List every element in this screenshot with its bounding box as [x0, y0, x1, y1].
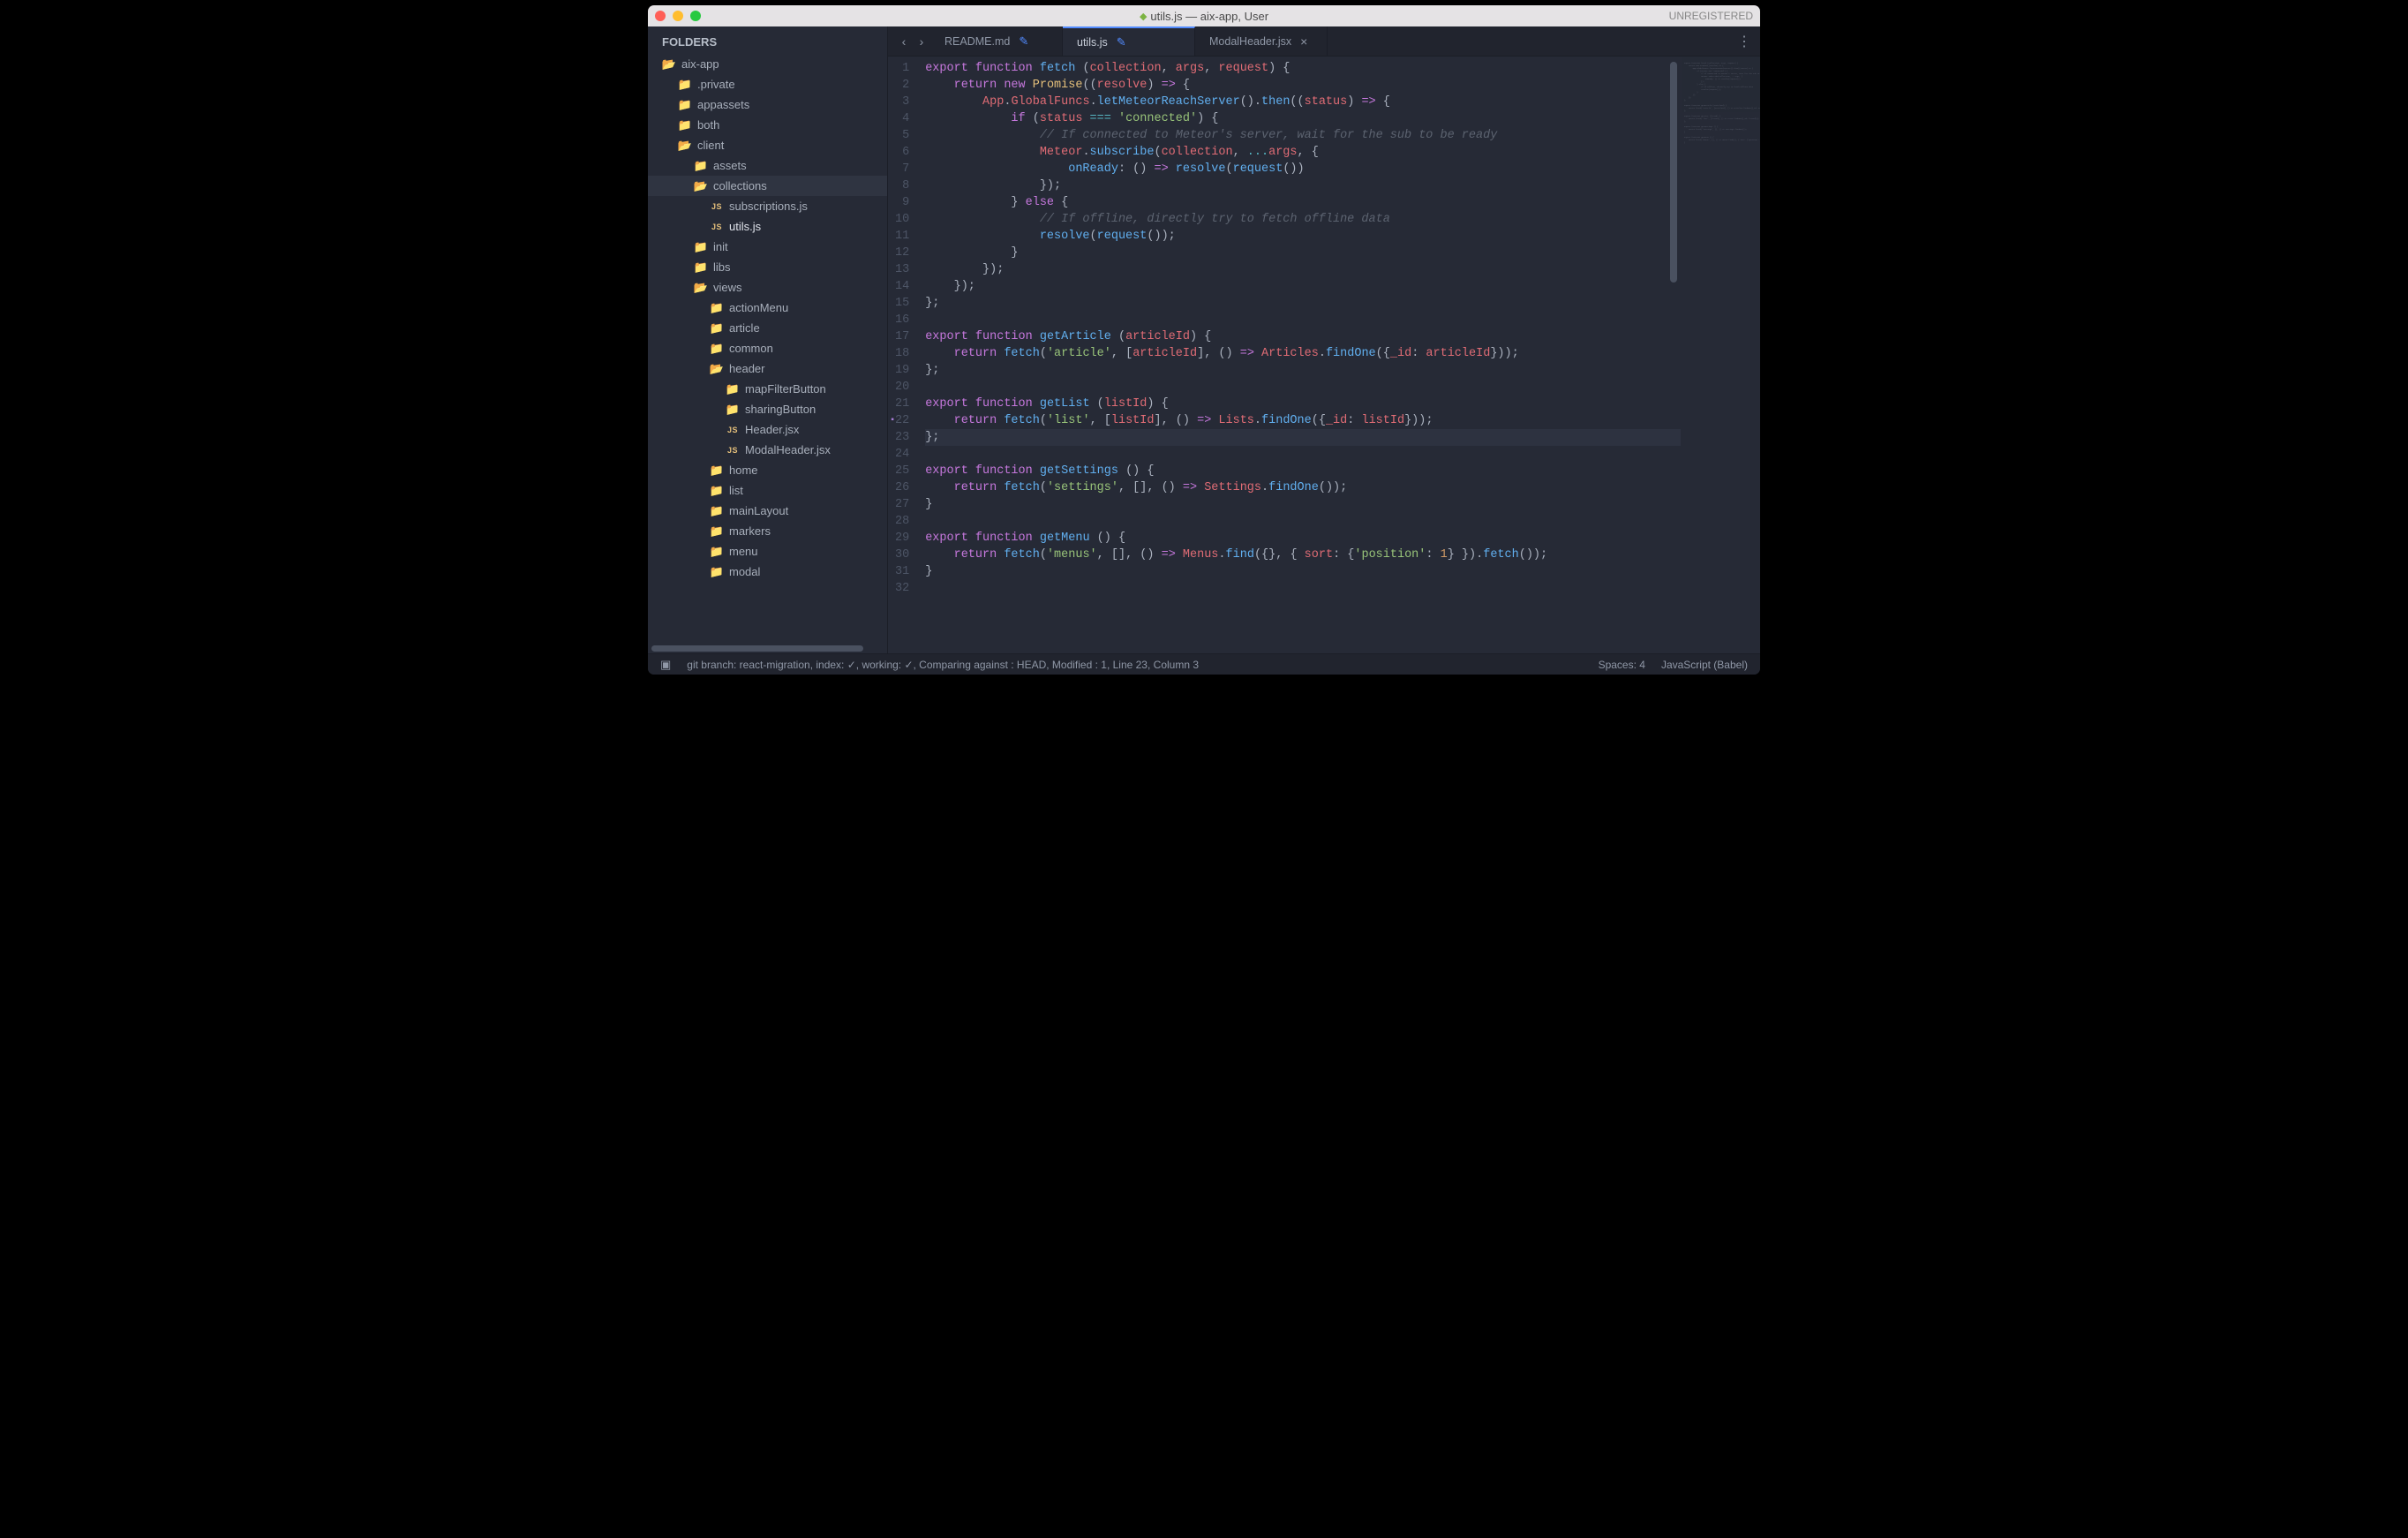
sidebar: FOLDERS 📂aix-app📁.private📁appassets📁both…: [648, 26, 888, 653]
tree-item[interactable]: 📁menu: [648, 541, 887, 562]
tab-label: utils.js: [1077, 36, 1108, 49]
tree-item[interactable]: 📁modal: [648, 562, 887, 582]
tree-item[interactable]: 📁libs: [648, 257, 887, 277]
tree-item-label: menu: [729, 545, 758, 558]
registration-status: UNREGISTERED: [1669, 10, 1753, 22]
tree-item-label: home: [729, 464, 758, 477]
tree-item-label: .private: [697, 78, 735, 91]
dirty-icon: ✎: [1117, 35, 1126, 49]
close-icon[interactable]: ×: [1300, 34, 1307, 49]
window-title-text: utils.js — aix-app, User: [1150, 10, 1268, 23]
tree-item[interactable]: JSModalHeader.jsx: [648, 440, 887, 460]
tree-item-label: both: [697, 118, 719, 132]
tree-item[interactable]: 📁both: [648, 115, 887, 135]
editor-pane[interactable]: 1234567891011121314151617181920212223242…: [888, 57, 1760, 653]
tab-bar: ‹ › README.md ✎ utils.js ✎ ModalHeader.jsx × ⋮: [888, 26, 1760, 57]
tree-item-label: aix-app: [681, 57, 719, 71]
panel-icon[interactable]: ▣: [660, 658, 671, 672]
gutter: 1234567891011121314151617181920212223242…: [888, 57, 920, 653]
tree-item-label: libs: [713, 260, 731, 274]
tree-item-label: list: [729, 484, 743, 497]
titlebar: ◆ utils.js — aix-app, User UNREGISTERED: [648, 5, 1760, 26]
tree-item[interactable]: 📁appassets: [648, 94, 887, 115]
tree-item-label: collections: [713, 179, 767, 192]
tree-item-label: views: [713, 281, 742, 294]
code-content[interactable]: export function fetch (collection, args,…: [920, 57, 1681, 653]
more-icon[interactable]: ⋮: [1737, 33, 1751, 50]
tree-item-label: markers: [729, 524, 771, 538]
app-window: ◆ utils.js — aix-app, User UNREGISTERED …: [648, 5, 1760, 675]
tree-item[interactable]: 📂client: [648, 135, 887, 155]
tree-item[interactable]: 📁markers: [648, 521, 887, 541]
tree-item[interactable]: 📁mapFilterButton: [648, 379, 887, 399]
tree-item[interactable]: JSHeader.jsx: [648, 419, 887, 440]
tree-item-label: header: [729, 362, 764, 375]
tree-item-label: subscriptions.js: [729, 200, 808, 213]
editor-vscrollbar[interactable]: [1670, 62, 1677, 283]
tree-item-label: modal: [729, 565, 760, 578]
tree-item[interactable]: 📁.private: [648, 74, 887, 94]
tree-item-label: actionMenu: [729, 301, 788, 314]
tree-item-label: ModalHeader.jsx: [745, 443, 831, 456]
tree-item[interactable]: 📁actionMenu: [648, 298, 887, 318]
tab[interactable]: README.md ✎: [930, 26, 1063, 56]
tree-item[interactable]: JSutils.js: [648, 216, 887, 237]
tree-item-label: assets: [713, 159, 747, 172]
minimap[interactable]: export function fetch (collection, args,…: [1681, 57, 1760, 653]
file-icon: ◆: [1140, 11, 1147, 22]
tree-item[interactable]: JSsubscriptions.js: [648, 196, 887, 216]
tree-item[interactable]: 📂aix-app: [648, 54, 887, 74]
dirty-icon: ✎: [1019, 34, 1028, 49]
close-window-icon[interactable]: [655, 11, 666, 21]
folder-tree: 📂aix-app📁.private📁appassets📁both📂client📁…: [648, 54, 887, 653]
sidebar-hscrollbar[interactable]: [648, 645, 887, 653]
window-controls: [655, 11, 701, 21]
tree-item-label: init: [713, 240, 728, 253]
status-main[interactable]: git branch: react-migration, index: ✓, w…: [687, 659, 1199, 671]
nav-back-icon[interactable]: ‹: [895, 34, 913, 49]
tree-item[interactable]: 📂header: [648, 358, 887, 379]
tree-item[interactable]: 📁init: [648, 237, 887, 257]
tree-item-label: client: [697, 139, 724, 152]
status-spaces[interactable]: Spaces: 4: [1599, 659, 1645, 671]
tree-item[interactable]: 📁sharingButton: [648, 399, 887, 419]
tab-label: README.md: [944, 35, 1010, 48]
tree-item-label: mapFilterButton: [745, 382, 826, 396]
tree-item-label: appassets: [697, 98, 749, 111]
tree-item-label: mainLayout: [729, 504, 788, 517]
tree-item-label: common: [729, 342, 773, 355]
zoom-window-icon[interactable]: [690, 11, 701, 21]
minimize-window-icon[interactable]: [673, 11, 683, 21]
tree-item[interactable]: 📁article: [648, 318, 887, 338]
tree-item-label: sharingButton: [745, 403, 816, 416]
tree-item[interactable]: 📁assets: [648, 155, 887, 176]
tree-item[interactable]: 📁common: [648, 338, 887, 358]
nav-forward-icon[interactable]: ›: [913, 34, 930, 49]
status-syntax[interactable]: JavaScript (Babel): [1661, 659, 1748, 671]
tree-item[interactable]: 📂collections: [648, 176, 887, 196]
tree-item[interactable]: 📁home: [648, 460, 887, 480]
tab[interactable]: ModalHeader.jsx ×: [1195, 26, 1328, 56]
editor-area: ‹ › README.md ✎ utils.js ✎ ModalHeader.jsx × ⋮…: [888, 26, 1760, 653]
window-title: ◆ utils.js — aix-app, User: [1140, 10, 1268, 23]
tree-item-label: utils.js: [729, 220, 761, 233]
sidebar-header: FOLDERS: [648, 26, 887, 54]
tree-item[interactable]: 📁mainLayout: [648, 501, 887, 521]
tree-item-label: Header.jsx: [745, 423, 799, 436]
tree-item[interactable]: 📁list: [648, 480, 887, 501]
tree-item-label: article: [729, 321, 760, 335]
status-bar: ▣ git branch: react-migration, index: ✓,…: [648, 653, 1760, 675]
tree-item[interactable]: 📂views: [648, 277, 887, 298]
tab[interactable]: utils.js ✎: [1063, 26, 1195, 56]
tab-label: ModalHeader.jsx: [1209, 35, 1291, 48]
